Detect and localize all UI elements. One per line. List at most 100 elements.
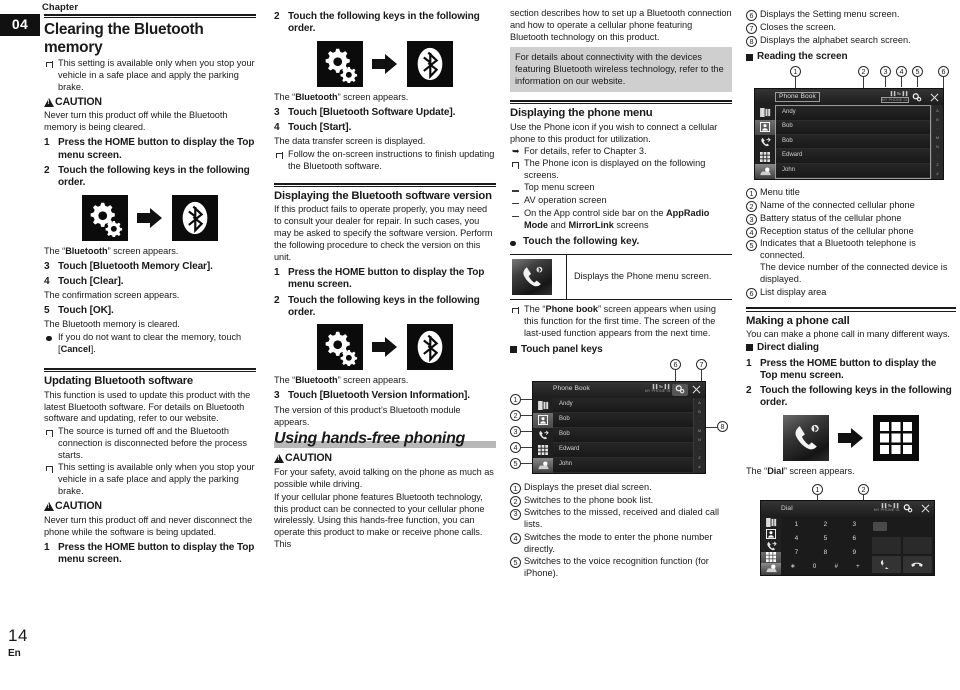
dial-keypad-button[interactable] — [755, 150, 775, 165]
definition-text: Menu title — [760, 187, 800, 198]
key-2[interactable]: 2 — [811, 518, 840, 532]
key-0[interactable]: 0 — [804, 560, 826, 574]
preset-dial-button[interactable] — [533, 398, 553, 413]
number-keys: 1 2 3 4 5 6 7 8 9 ∗ 0 # + — [781, 517, 870, 575]
phone-book-button[interactable] — [761, 528, 781, 540]
alpha-letter[interactable]: · — [937, 153, 938, 158]
call-history-button[interactable] — [533, 428, 553, 443]
column-4: 6 Displays the Setting menu screen. 7 Cl… — [746, 0, 956, 583]
dash-icon — [512, 182, 520, 195]
settings-gear-icon[interactable] — [317, 40, 363, 87]
intro-continued: section describes how to set up a Blueto… — [510, 8, 732, 42]
definition-row: 2 Name of the connected cellular phone — [746, 200, 956, 213]
definition-row: 5 Indicates that a Bluetooth telephone i… — [746, 238, 956, 286]
step-3-description: The version of this product’s Bluetooth … — [274, 404, 461, 427]
settings-gear-button[interactable] — [900, 503, 916, 515]
key-1[interactable]: 1 — [782, 518, 811, 532]
list-item[interactable]: Edward — [776, 149, 930, 164]
connected-phone-name: MY PHONE 01 — [644, 389, 671, 394]
preset-dial-button[interactable] — [755, 105, 775, 120]
dial-keypad: 1 2 3 4 5 6 7 8 9 ∗ 0 # + — [781, 517, 934, 575]
key-4[interactable]: 4 — [782, 532, 811, 546]
alpha-letter[interactable]: · — [699, 446, 700, 451]
section-title-updating-bluetooth-software: Updating Bluetooth software — [44, 375, 193, 388]
key-asterisk[interactable]: ∗ — [782, 560, 804, 574]
voice-recognition-button[interactable] — [755, 164, 775, 180]
key-3[interactable]: 3 — [840, 518, 869, 532]
voice-recognition-button[interactable] — [533, 457, 553, 473]
key-7[interactable]: 7 — [782, 546, 811, 560]
dial-actions — [870, 517, 934, 575]
backspace-button[interactable] — [872, 521, 887, 531]
backspace-row — [870, 517, 934, 536]
private-mode-button[interactable] — [871, 536, 901, 554]
list-item[interactable]: Bob — [553, 412, 693, 428]
key-6[interactable]: 6 — [840, 532, 869, 546]
bluetooth-icon[interactable] — [172, 194, 218, 241]
step-text: Touch the following keys in the followin… — [760, 385, 952, 409]
call-history-button[interactable] — [755, 135, 775, 150]
phone-book-button[interactable] — [755, 119, 775, 135]
alpha-letter[interactable]: # — [698, 465, 700, 469]
alpha-letter[interactable]: · — [699, 419, 700, 424]
list-item[interactable]: Andy — [553, 397, 693, 413]
dial-option-button[interactable] — [902, 536, 933, 554]
list-item[interactable]: John — [776, 163, 930, 179]
dial-keypad-button[interactable] — [533, 443, 553, 458]
alpha-letter[interactable]: N — [698, 437, 701, 442]
dash-text: Top menu screen — [524, 182, 595, 193]
alpha-letter[interactable]: B — [698, 410, 701, 414]
voice-recognition-button[interactable] — [761, 563, 781, 575]
phone-book-button[interactable] — [533, 412, 553, 428]
alpha-letter[interactable]: · — [937, 126, 938, 131]
settings-gear-icon[interactable] — [82, 194, 128, 241]
warning-triangle-icon — [44, 98, 54, 108]
key-sequence-settings-to-bluetooth — [44, 194, 256, 241]
alpha-letter[interactable]: Z — [936, 162, 938, 167]
caution-text: For your safety, avoid talking on the ph… — [274, 466, 494, 489]
caution-label: CAUTION — [55, 500, 102, 513]
alpha-letter[interactable]: M — [698, 428, 701, 433]
close-button[interactable] — [926, 91, 942, 103]
list-item[interactable]: John — [553, 457, 693, 473]
alpha-letter[interactable]: # — [936, 171, 938, 176]
bluetooth-icon[interactable] — [407, 40, 453, 87]
alpha-letter[interactable]: A — [698, 401, 701, 405]
bluetooth-icon[interactable] — [407, 324, 453, 371]
alpha-letter[interactable]: M — [936, 135, 939, 140]
preset-dial-button[interactable] — [761, 517, 781, 529]
key-8[interactable]: 8 — [811, 546, 840, 560]
settings-gear-button[interactable] — [909, 91, 925, 103]
phone-handset-icon[interactable] — [512, 259, 552, 296]
dial-keypad-button[interactable] — [761, 551, 781, 564]
close-button[interactable] — [688, 384, 704, 396]
list-item[interactable]: Bob — [776, 120, 930, 135]
alphabet-search-bar[interactable]: A B · M N · Z # — [931, 105, 943, 180]
alpha-letter[interactable]: Z — [698, 456, 700, 460]
list-item[interactable]: Edward — [553, 442, 693, 458]
call-history-button[interactable] — [761, 540, 781, 552]
list-item[interactable]: Bob — [776, 135, 930, 150]
list-item[interactable]: Bob — [553, 427, 693, 443]
call-button[interactable] — [871, 555, 901, 573]
key-9[interactable]: 9 — [840, 546, 869, 560]
settings-gear-button[interactable] — [672, 383, 688, 396]
key-hash[interactable]: # — [825, 560, 847, 574]
screen-title: Phone Book — [775, 91, 820, 103]
language-code: En — [8, 648, 21, 659]
phone-handset-icon[interactable] — [783, 414, 829, 461]
settings-gear-icon[interactable] — [317, 324, 363, 371]
list-item[interactable]: Andy — [776, 106, 930, 121]
dial-keypad-icon[interactable] — [873, 414, 919, 461]
column-3: section describes how to set up a Blueto… — [510, 0, 732, 581]
alpha-letter[interactable]: A — [936, 108, 939, 113]
alpha-letter[interactable]: N — [936, 144, 939, 149]
alphabet-search-bar[interactable]: A B · M N · Z # — [693, 397, 705, 473]
key-5[interactable]: 5 — [811, 532, 840, 546]
text-fragment: and — [548, 220, 569, 231]
callout-definitions: 1 Menu title 2 Name of the connected cel… — [746, 187, 956, 299]
hangup-button[interactable] — [902, 555, 933, 573]
close-button[interactable] — [917, 503, 933, 515]
key-plus[interactable]: + — [847, 560, 869, 574]
alpha-letter[interactable]: B — [936, 117, 939, 122]
